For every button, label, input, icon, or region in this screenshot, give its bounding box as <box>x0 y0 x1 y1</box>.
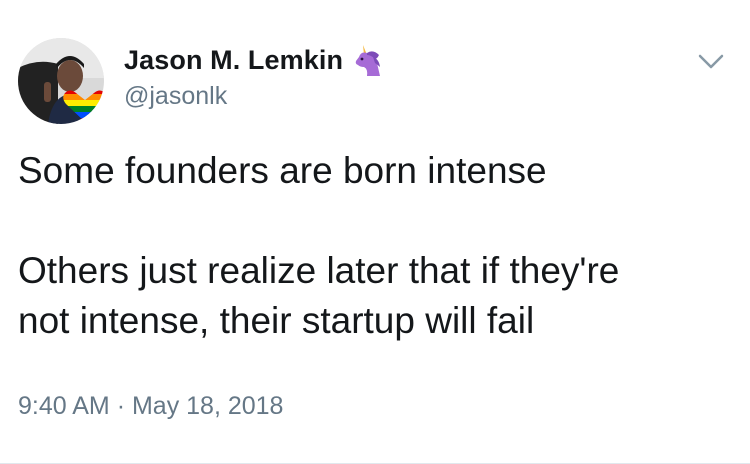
avatar-photo <box>18 38 104 124</box>
tweet-timestamp[interactable]: 9:40 AM · May 18, 2018 <box>18 392 283 421</box>
tweet-paragraph: Some founders are born intense <box>18 150 547 191</box>
tweet-card: Jason M. Lemkin @jasonlk Some founders a… <box>0 0 750 464</box>
unicorn-icon <box>355 45 381 76</box>
tweet-date: May 18, 2018 <box>131 392 284 420</box>
tweet-text: Some founders are born intense Others ju… <box>18 146 728 346</box>
author-display-name[interactable]: Jason M. Lemkin <box>124 45 343 76</box>
author-name-row: Jason M. Lemkin <box>124 40 383 80</box>
avatar[interactable] <box>18 38 104 124</box>
tweet-paragraph: Others just realize later that if they'r… <box>18 250 620 341</box>
author-handle[interactable]: @jasonlk <box>124 82 227 111</box>
tweet-time: 9:40 AM <box>18 392 110 420</box>
chevron-down-icon[interactable] <box>696 46 726 76</box>
timestamp-separator: · <box>116 392 126 420</box>
